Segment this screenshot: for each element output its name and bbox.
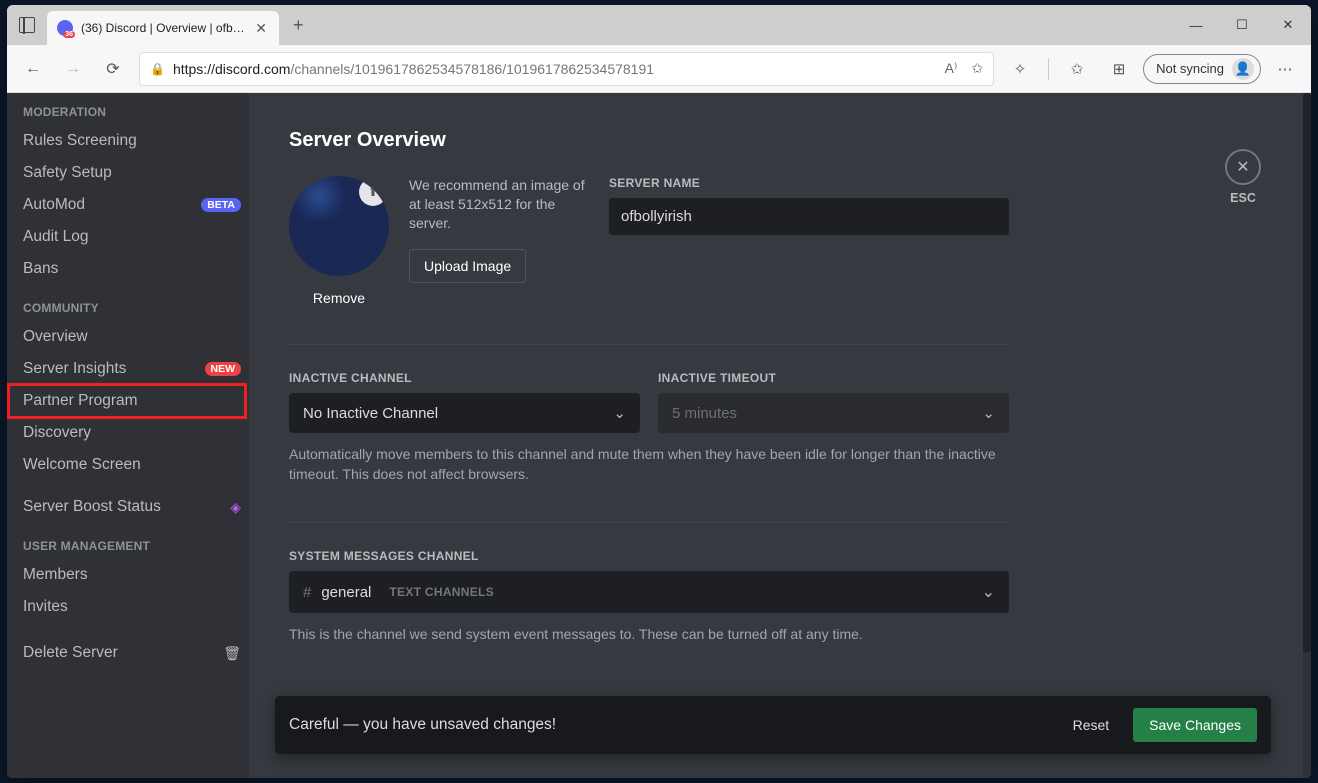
- sidebar-header-community: Community: [23, 301, 241, 315]
- favicon-badge: 36: [63, 31, 75, 38]
- favorites-icon[interactable]: ✩: [1059, 51, 1095, 87]
- sidebar-item-overview[interactable]: Overview: [23, 321, 241, 353]
- remove-avatar-link[interactable]: Remove: [313, 290, 365, 306]
- page-content: Moderation Rules Screening Safety Setup …: [7, 93, 1311, 778]
- favorite-icon[interactable]: ✩: [971, 60, 983, 77]
- sidebar-item-partner-program[interactable]: Partner Program: [23, 385, 241, 417]
- beta-badge: BETA: [201, 198, 241, 212]
- sidebar-item-members[interactable]: Members: [23, 559, 241, 591]
- recommend-text: We recommend an image of at least 512x51…: [409, 176, 589, 233]
- lock-icon: 🔒: [150, 62, 165, 76]
- url-field[interactable]: 🔒 https://discord.com/channels/101961786…: [139, 52, 994, 86]
- inactive-help-text: Automatically move members to this chann…: [289, 445, 1009, 484]
- chevron-down-icon: ⌄: [613, 404, 626, 422]
- hash-icon: #: [303, 584, 311, 601]
- section-divider: [289, 344, 1009, 345]
- sidebar-header-user-management: User Management: [23, 539, 241, 553]
- close-settings: ✕ ESC: [1225, 149, 1261, 205]
- minimize-button[interactable]: —: [1173, 5, 1219, 45]
- settings-sidebar: Moderation Rules Screening Safety Setup …: [7, 93, 249, 778]
- reload-button[interactable]: ⟳: [95, 51, 131, 87]
- sidebar-item-delete-server[interactable]: Delete Server 🗑: [23, 637, 241, 669]
- new-badge: NEW: [205, 362, 242, 376]
- chevron-down-icon: ⌄: [982, 582, 995, 602]
- sidebar-item-discovery[interactable]: Discovery: [23, 417, 241, 449]
- sidebar-header-moderation: Moderation: [23, 105, 241, 119]
- save-changes-button[interactable]: Save Changes: [1133, 708, 1257, 742]
- profile-avatar-icon: 👤: [1232, 58, 1254, 80]
- inactive-timeout-select: 5 minutes ⌄: [658, 393, 1009, 433]
- main-panel: Server Overview ⬆ Remove We recommend an…: [249, 93, 1311, 778]
- sidebar-item-automod[interactable]: AutoMod BETA: [23, 189, 241, 221]
- more-menu-icon[interactable]: ⋯: [1267, 51, 1303, 87]
- close-window-button[interactable]: ✕: [1265, 5, 1311, 45]
- sidebar-item-safety-setup[interactable]: Safety Setup: [23, 157, 241, 189]
- sidebar-item-bans[interactable]: Bans: [23, 253, 241, 285]
- extensions-icon[interactable]: ✧: [1002, 51, 1038, 87]
- upload-overlay-icon[interactable]: ⬆: [359, 178, 387, 206]
- server-avatar[interactable]: ⬆: [289, 176, 389, 276]
- read-aloud-icon[interactable]: A⁾: [945, 60, 958, 77]
- unsaved-changes-bar: Careful — you have unsaved changes! Rese…: [275, 696, 1271, 754]
- collections-icon[interactable]: ⊞: [1101, 51, 1137, 87]
- upload-image-button[interactable]: Upload Image: [409, 249, 526, 283]
- url-text: https://discord.com/channels/10196178625…: [173, 61, 654, 77]
- back-button[interactable]: ←: [15, 51, 51, 87]
- sync-button[interactable]: Not syncing 👤: [1143, 54, 1261, 84]
- sidebar-item-audit-log[interactable]: Audit Log: [23, 221, 241, 253]
- scrollbar[interactable]: [1303, 93, 1311, 778]
- browser-window: 36 (36) Discord | Overview | ofbollyi ✕ …: [7, 5, 1311, 778]
- close-button[interactable]: ✕: [1225, 149, 1261, 185]
- chevron-down-icon: ⌄: [982, 404, 995, 422]
- trash-icon: 🗑: [223, 645, 241, 662]
- esc-label: ESC: [1230, 191, 1256, 205]
- sidebar-item-server-boost[interactable]: Server Boost Status ◈: [23, 491, 241, 523]
- address-bar: ← → ⟳ 🔒 https://discord.com/channels/101…: [7, 45, 1311, 93]
- system-channel-select[interactable]: # general TEXT CHANNELS ⌄: [289, 571, 1009, 613]
- inactive-timeout-label: Inactive Timeout: [658, 371, 1009, 385]
- system-help-text: This is the channel we send system event…: [289, 625, 1009, 645]
- tab-actions-icon[interactable]: [7, 5, 47, 45]
- server-name-label: Server Name: [609, 176, 1009, 190]
- tab-close-icon[interactable]: ✕: [253, 20, 269, 37]
- maximize-button[interactable]: ☐: [1219, 5, 1265, 45]
- section-divider: [289, 522, 1009, 523]
- browser-tab[interactable]: 36 (36) Discord | Overview | ofbollyi ✕: [47, 11, 279, 45]
- new-tab-button[interactable]: +: [285, 11, 312, 40]
- sidebar-item-rules-screening[interactable]: Rules Screening: [23, 125, 241, 157]
- inactive-channel-select[interactable]: No Inactive Channel ⌄: [289, 393, 640, 433]
- title-bar: 36 (36) Discord | Overview | ofbollyi ✕ …: [7, 5, 1311, 45]
- inactive-channel-label: Inactive Channel: [289, 371, 640, 385]
- boost-icon: ◈: [230, 499, 241, 516]
- sidebar-item-invites[interactable]: Invites: [23, 591, 241, 623]
- page-title: Server Overview: [289, 129, 1009, 152]
- reset-button[interactable]: Reset: [1063, 711, 1120, 739]
- window-controls: — ☐ ✕: [1173, 5, 1311, 45]
- forward-button: →: [55, 51, 91, 87]
- sidebar-item-server-insights[interactable]: Server Insights NEW: [23, 353, 241, 385]
- discord-favicon: 36: [57, 20, 73, 36]
- sidebar-item-welcome-screen[interactable]: Welcome Screen: [23, 449, 241, 481]
- tab-title: (36) Discord | Overview | ofbollyi: [81, 21, 245, 35]
- unsaved-text: Careful — you have unsaved changes!: [289, 716, 1049, 734]
- server-name-input[interactable]: [609, 198, 1009, 235]
- system-channel-label: System Messages Channel: [289, 549, 1009, 563]
